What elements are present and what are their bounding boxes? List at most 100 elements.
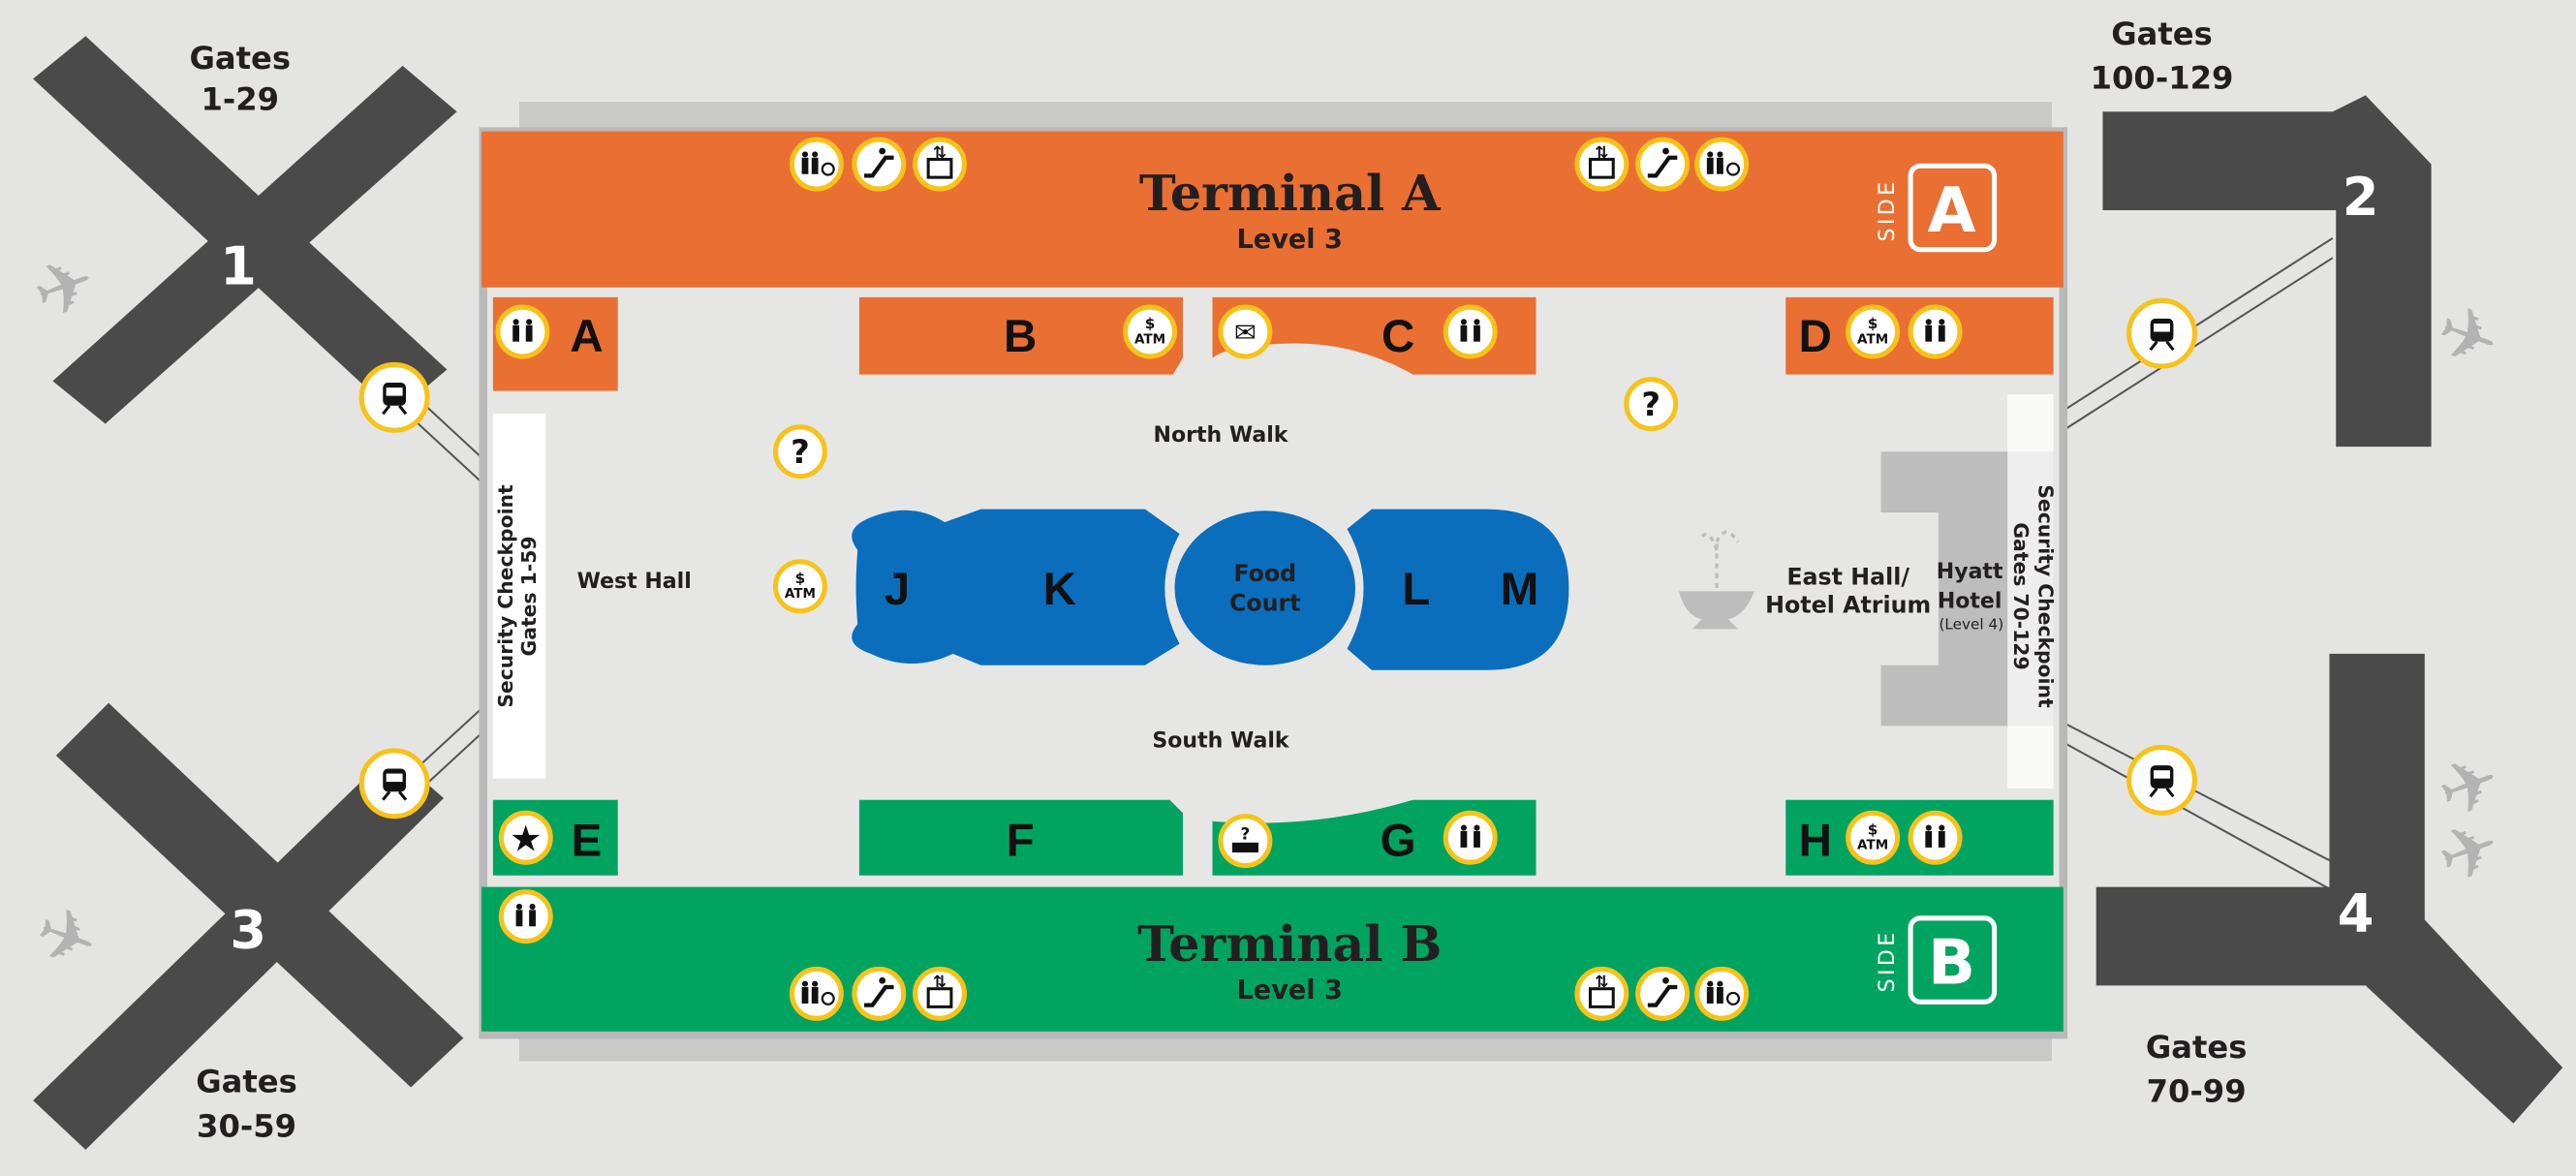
terminal-a-title: Terminal A: [1139, 164, 1442, 222]
restroom-icon[interactable]: [1908, 304, 1963, 359]
pier-1-gates-range: 1-29: [201, 81, 279, 118]
svg-text:⇅: ⇅: [933, 972, 947, 991]
restroom-icon[interactable]: [1908, 810, 1963, 865]
svg-text:⇅: ⇅: [933, 142, 947, 162]
security-west-gates: Gates 1-59: [517, 536, 541, 656]
restroom-accessible-icon[interactable]: [1694, 966, 1750, 1021]
restroom-icon[interactable]: [495, 304, 550, 359]
restroom-icon[interactable]: [1443, 810, 1498, 865]
restroom-accessible-icon[interactable]: [789, 966, 844, 1021]
svg-text:?: ?: [1641, 386, 1660, 423]
section-h-label: H: [1799, 815, 1832, 866]
elevator-icon[interactable]: ⇅: [1574, 966, 1629, 1021]
section-f-label: F: [1007, 815, 1035, 866]
elevator-icon[interactable]: ⇅: [913, 966, 968, 1021]
hyatt-label-2: Hotel: [1938, 589, 2002, 613]
svg-text:ATM: ATM: [1857, 331, 1888, 347]
svg-text:?: ?: [791, 433, 810, 471]
svg-text:$: $: [1868, 315, 1878, 332]
pier-3-number: 3: [230, 899, 266, 960]
atm-icon[interactable]: $ATM: [1123, 304, 1178, 359]
pier-3-gates-range: 30-59: [197, 1107, 296, 1144]
mail-icon[interactable]: ✉: [1218, 304, 1273, 359]
food-court-center[interactable]: [1174, 511, 1356, 665]
west-hall-label: West Hall: [577, 570, 692, 594]
section-g-label: G: [1381, 815, 1416, 866]
terminal-a-level: Level 3: [1237, 225, 1343, 255]
pier-2-number: 2: [2343, 167, 2379, 228]
north-walk-label: North Walk: [1154, 423, 1289, 448]
east-hall-label-2: Hotel Atrium: [1765, 591, 1931, 618]
section-b-label: B: [1004, 311, 1037, 362]
security-west-label: Security Checkpoint: [494, 484, 517, 708]
restroom-icon[interactable]: [498, 889, 553, 944]
elevator-icon[interactable]: ⇅: [913, 137, 968, 192]
pier-4-number: 4: [2338, 882, 2374, 944]
escalator-icon[interactable]: [852, 137, 907, 192]
terminal-b-level: Level 3: [1237, 975, 1343, 1006]
hyatt-level: (Level 4): [1939, 615, 2003, 633]
svg-text:⇅: ⇅: [1595, 972, 1608, 991]
hyatt-label: Hyatt: [1937, 560, 2003, 584]
info-icon[interactable]: ?: [1624, 377, 1679, 432]
section-f[interactable]: F: [858, 799, 1183, 876]
svg-text:$: $: [1145, 315, 1156, 332]
restroom-accessible-icon[interactable]: [1694, 137, 1750, 192]
pier-4-gates-range: 70-99: [2147, 1073, 2247, 1110]
atm-icon[interactable]: $ATM: [1846, 810, 1901, 865]
section-l-label: L: [1402, 564, 1430, 615]
atm-icon[interactable]: $ATM: [1846, 304, 1901, 359]
terminal-b[interactable]: Terminal B Level 3 SIDE B: [481, 886, 2064, 1032]
svg-text:★: ★: [510, 817, 542, 859]
food-court[interactable]: J K L M Food Court: [852, 509, 1569, 670]
atm-icon[interactable]: $ATM: [772, 559, 827, 614]
pier-3-gates-label: Gates: [196, 1064, 297, 1100]
train-icon[interactable]: [358, 748, 430, 820]
pier-1-gates-label: Gates: [189, 40, 291, 77]
section-e-label: E: [572, 815, 603, 866]
elevator-icon[interactable]: ⇅: [1574, 137, 1629, 192]
terminal-a[interactable]: Terminal A Level 3 SIDE A: [481, 131, 2064, 288]
section-c-label: C: [1381, 311, 1414, 362]
side-b-letter: B: [1928, 927, 1975, 1000]
food-court-label-1: Food: [1233, 560, 1296, 587]
security-east-label: Security Checkpoint: [2033, 484, 2057, 708]
svg-text:$: $: [795, 570, 806, 587]
svg-text:ATM: ATM: [785, 586, 816, 602]
svg-text:ATM: ATM: [1857, 838, 1888, 853]
svg-text:ATM: ATM: [1134, 331, 1165, 347]
pier-4-gates-label: Gates: [2146, 1029, 2248, 1066]
escalator-icon[interactable]: [852, 966, 907, 1021]
section-k-label: K: [1043, 564, 1076, 615]
pier-1-number: 1: [220, 235, 257, 296]
info-desk-icon[interactable]: ?: [1218, 814, 1273, 869]
terminal-b-title: Terminal B: [1137, 914, 1442, 973]
section-m-label: M: [1501, 564, 1539, 615]
airport-terminal-map: 1 Gates 1-29 3 Gates 30-59 2 Gates 100-1…: [0, 0, 2576, 1176]
svg-text:⇅: ⇅: [1595, 142, 1608, 162]
svg-text:?: ?: [1241, 823, 1251, 843]
svg-text:✉: ✉: [1234, 319, 1257, 349]
section-d-label: D: [1799, 311, 1832, 362]
escalator-icon[interactable]: [1635, 966, 1691, 1021]
section-j-label: J: [885, 564, 910, 615]
security-east-gates: Gates 70-129: [2009, 522, 2033, 669]
restroom-icon[interactable]: [1443, 304, 1498, 359]
food-court-label-2: Court: [1229, 590, 1301, 617]
info-icon[interactable]: ?: [772, 424, 827, 480]
side-a-word: SIDE: [1876, 179, 1900, 242]
south-walk-label: South Walk: [1152, 728, 1290, 753]
restroom-accessible-icon[interactable]: [789, 137, 844, 192]
star-icon[interactable]: ★: [498, 810, 553, 865]
east-hall-label: East Hall/: [1786, 564, 1909, 591]
train-icon[interactable]: [2126, 297, 2197, 369]
train-icon[interactable]: [358, 361, 430, 433]
escalator-icon[interactable]: [1635, 137, 1691, 192]
pier-2-gates-label: Gates: [2111, 15, 2213, 52]
section-a-label: A: [570, 311, 603, 362]
side-a-letter: A: [1928, 174, 1976, 247]
side-b-word: SIDE: [1876, 929, 1900, 992]
svg-text:$: $: [1868, 820, 1878, 838]
pier-2-gates-range: 100-129: [2091, 60, 2234, 97]
train-icon[interactable]: [2126, 744, 2197, 816]
